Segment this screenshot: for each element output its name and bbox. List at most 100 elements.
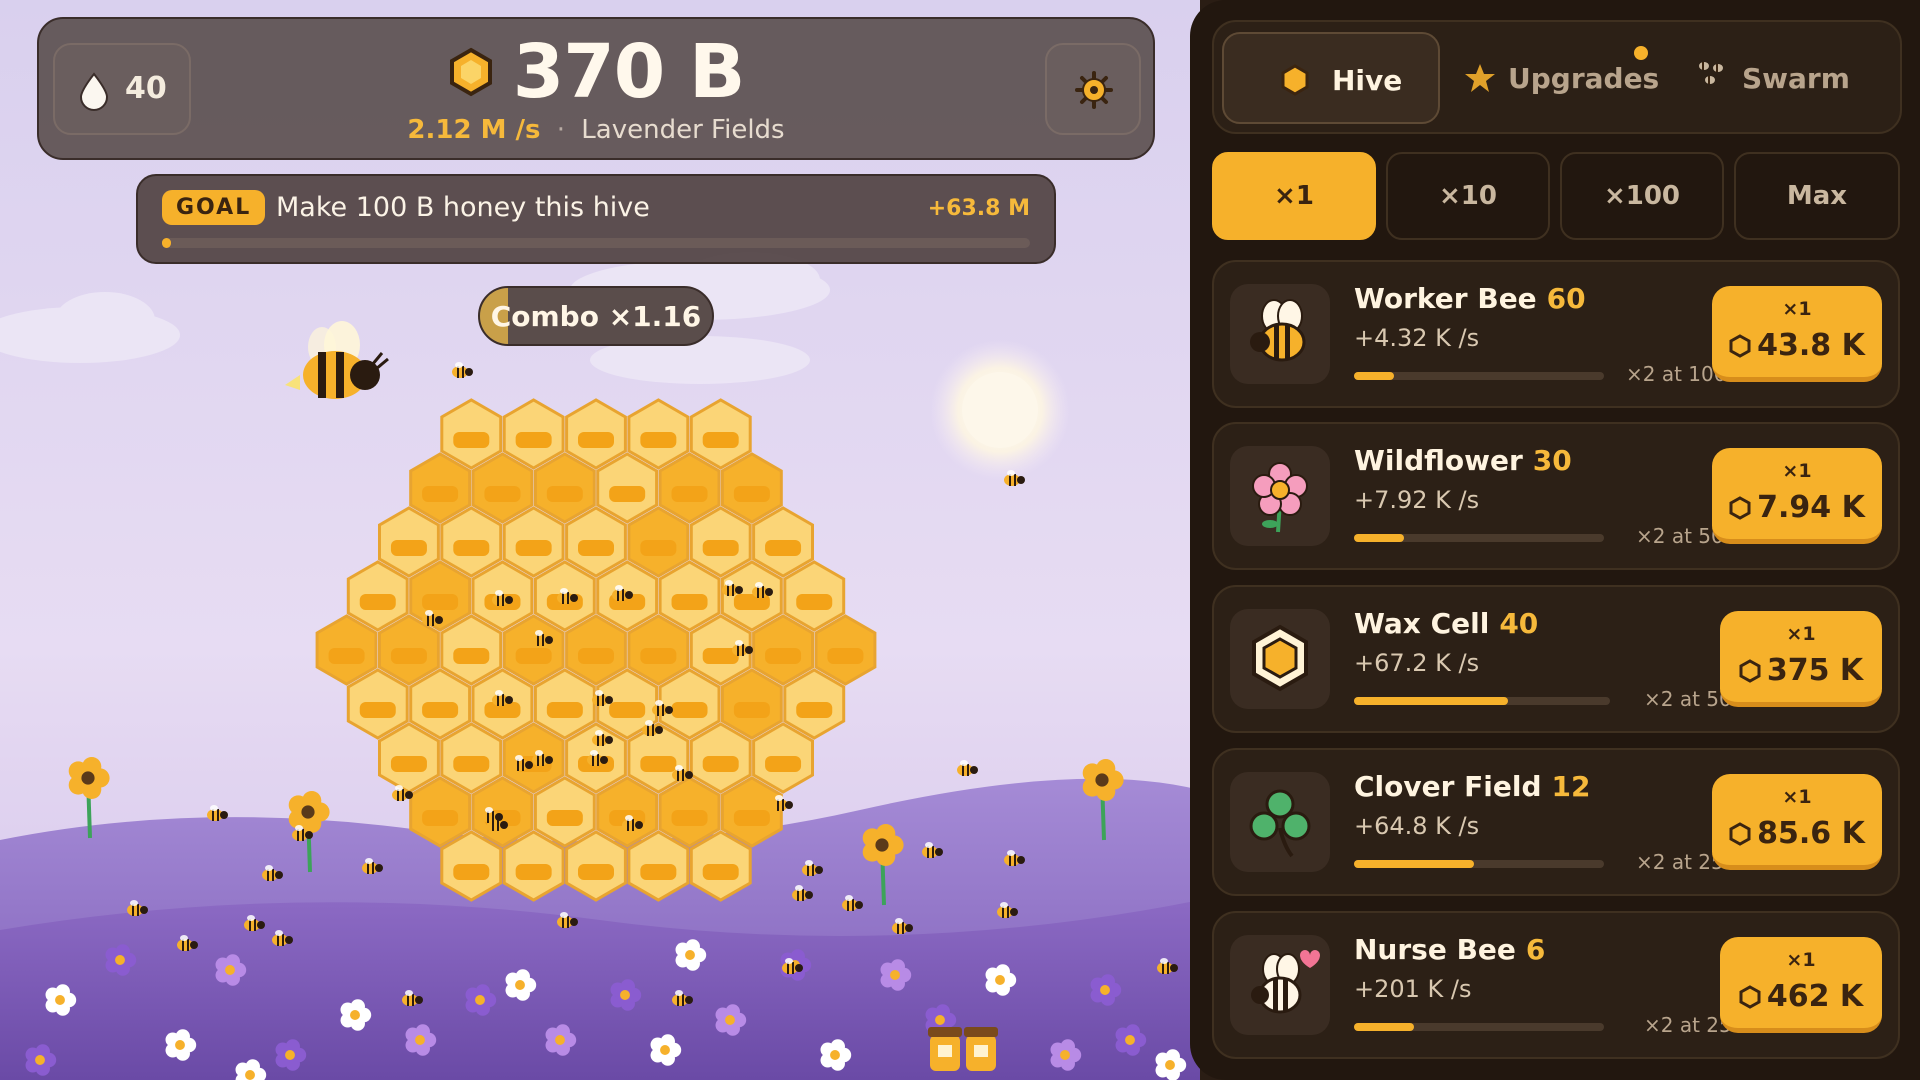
honey-fill	[796, 702, 833, 718]
honey-fill	[390, 756, 427, 772]
producer-progress-track	[1354, 697, 1610, 705]
honey-fill	[515, 432, 552, 448]
buy-multiplier: ×1	[1786, 623, 1816, 645]
goal-progress-fill	[162, 238, 171, 248]
buy-price: 462 K	[1720, 979, 1882, 1014]
hexagon-icon	[1739, 985, 1761, 1009]
producer-progress-track	[1354, 534, 1604, 542]
honey-fill	[453, 648, 490, 664]
shop-panel: Hive Upgrades Swarm ×1 ×10 ×100 Max Work…	[1190, 0, 1920, 1080]
producer-card-wildflower: Wildflower 30 +7.92 K /s ×2 at 50 ×1 7.94…	[1212, 422, 1900, 570]
rate-row: 2.12 M /s · Lavender Fields	[39, 115, 1153, 145]
honey-fill	[702, 756, 739, 772]
honey-fill	[422, 702, 459, 718]
honey-fill	[515, 648, 552, 664]
combo-label: Combo ×1.16	[490, 300, 702, 333]
honey-hexagon-icon	[449, 47, 492, 97]
producer-icon-box	[1230, 446, 1330, 546]
goal-reward: +63.8 M	[927, 196, 1030, 221]
honey-rate: 2.12 M /s	[407, 115, 541, 145]
honey-fill	[422, 486, 459, 502]
honey-fill	[359, 594, 396, 610]
honey-fill	[422, 810, 459, 826]
buy-multiplier-x100[interactable]: ×100	[1560, 152, 1724, 240]
honey-fill	[328, 648, 365, 664]
producer-progress-track	[1354, 372, 1604, 380]
producer-icon-box	[1230, 772, 1330, 872]
producer-card-worker-bee: Worker Bee 60 +4.32 K /s ×2 at 100 ×1 43.…	[1212, 260, 1900, 408]
honey-fill	[702, 864, 739, 880]
producer-count: 6	[1525, 933, 1546, 966]
producer-count: 60	[1546, 282, 1586, 315]
honey-fill	[702, 540, 739, 556]
honey-fill	[765, 540, 802, 556]
hexagon-icon	[1729, 334, 1751, 358]
tab-upgrades-label: Upgrades	[1508, 62, 1660, 95]
producer-next-bonus: ×2 at 25	[1636, 850, 1724, 874]
honey-fill	[546, 486, 583, 502]
bees-icon	[1699, 62, 1723, 84]
wax-cell-icon	[1252, 624, 1308, 692]
buy-multiplier-x10[interactable]: ×10	[1386, 152, 1550, 240]
buy-price: 375 K	[1720, 653, 1882, 688]
honey-fill	[453, 540, 490, 556]
producer-rate: +7.92 K /s	[1354, 486, 1480, 514]
honey-fill	[671, 702, 708, 718]
buy-button-clover-field[interactable]: ×1 85.6 K	[1712, 774, 1882, 870]
producer-card-nurse-bee: Nurse Bee 6 +201 K /s ×2 at 25 ×1 462 K	[1212, 911, 1900, 1059]
honey-fill	[733, 810, 770, 826]
goal-text: Make 100 B honey this hive	[276, 192, 650, 223]
honey-fill	[827, 648, 864, 664]
honey-fill	[515, 864, 552, 880]
producer-progress-track	[1354, 1023, 1604, 1031]
goal-progress-track	[162, 238, 1030, 248]
tab-hive[interactable]: Hive	[1222, 32, 1440, 124]
notification-dot	[1634, 46, 1648, 60]
buy-button-worker-bee[interactable]: ×1 43.8 K	[1712, 286, 1882, 382]
producer-count: 40	[1499, 607, 1539, 640]
flower-icon	[1252, 462, 1308, 533]
bee-icon	[1250, 299, 1306, 362]
producer-name: Wildflower 30	[1354, 444, 1572, 477]
tab-swarm-label: Swarm	[1742, 62, 1850, 95]
producer-next-bonus: ×2 at 50	[1644, 687, 1732, 711]
buy-multiplier-max[interactable]: Max	[1734, 152, 1900, 240]
hexagon-icon	[1739, 659, 1761, 683]
honey-fill	[671, 594, 708, 610]
honey-fill	[640, 756, 677, 772]
honey-fill	[640, 540, 677, 556]
honey-fill	[578, 864, 614, 880]
hexagon-icon	[1729, 822, 1751, 846]
tab-swarm[interactable]: Swarm	[1680, 32, 1896, 124]
producer-count: 30	[1532, 444, 1572, 477]
honey-total: 370 B	[512, 29, 746, 115]
tab-upgrades[interactable]: Upgrades	[1450, 32, 1672, 124]
gear-icon	[1075, 71, 1113, 109]
buy-multiplier-x1[interactable]: ×1	[1212, 152, 1376, 240]
producer-next-bonus: ×2 at 50	[1636, 524, 1724, 548]
goal-banner[interactable]: GOAL Make 100 B honey this hive +63.8 M	[136, 174, 1056, 264]
separator-dot: ·	[556, 115, 566, 145]
honey-fill	[765, 756, 802, 772]
location-name: Lavender Fields	[581, 115, 785, 145]
producer-progress-fill	[1354, 534, 1404, 542]
honey-fill	[578, 432, 614, 448]
buy-price: 7.94 K	[1712, 490, 1882, 525]
buy-button-wildflower[interactable]: ×1 7.94 K	[1712, 448, 1882, 544]
buy-button-nurse-bee[interactable]: ×1 462 K	[1720, 937, 1882, 1033]
producer-progress-track	[1354, 860, 1604, 868]
combo-meter: Combo ×1.16	[478, 286, 714, 346]
honey-fill	[484, 486, 521, 502]
honey-fill	[578, 540, 614, 556]
honey-fill	[422, 594, 459, 610]
buy-button-wax-cell[interactable]: ×1 375 K	[1720, 611, 1882, 707]
honey-total-row: 370 B	[39, 29, 1153, 115]
producer-icon-box	[1230, 935, 1330, 1035]
honey-fill	[609, 486, 646, 502]
settings-button[interactable]	[1045, 43, 1141, 135]
producer-name: Wax Cell 40	[1354, 607, 1539, 640]
honey-fill	[765, 648, 802, 664]
honey-fill	[671, 810, 708, 826]
tab-hive-label: Hive	[1332, 64, 1403, 97]
honey-fill	[640, 864, 677, 880]
